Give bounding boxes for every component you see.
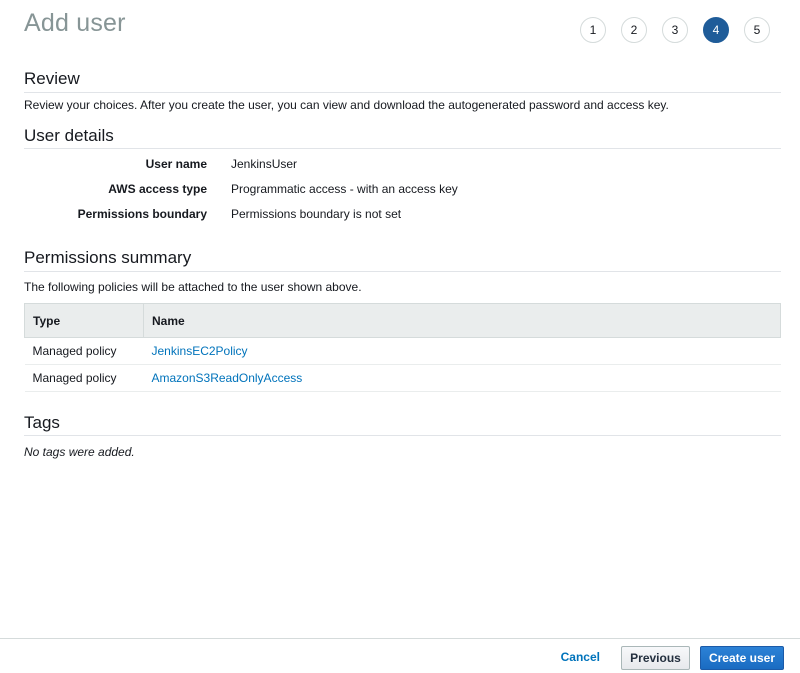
policy-table: Type Name Managed policy JenkinsEC2Polic… xyxy=(24,303,781,392)
tags-heading: Tags xyxy=(24,413,60,432)
detail-value: Programmatic access - with an access key xyxy=(231,182,458,196)
permissions-summary-note: The following policies will be attached … xyxy=(24,280,362,294)
page-title: Add user xyxy=(24,9,126,37)
wizard-footer: Cancel Previous Create user xyxy=(0,638,800,673)
review-heading: Review xyxy=(24,69,80,88)
step-5[interactable]: 5 xyxy=(744,17,770,43)
detail-label: AWS access type xyxy=(108,182,207,196)
column-header-name[interactable]: Name xyxy=(143,303,781,338)
column-header-type[interactable]: Type xyxy=(24,303,144,338)
user-details-heading: User details xyxy=(24,126,114,145)
step-4-active[interactable]: 4 xyxy=(703,17,729,43)
divider xyxy=(24,148,781,149)
detail-row-access-type: AWS access type Programmatic access - wi… xyxy=(24,182,781,200)
table-row: Managed policy AmazonS3ReadOnlyAccess xyxy=(24,364,781,392)
cancel-button[interactable]: Cancel xyxy=(561,650,600,664)
step-1[interactable]: 1 xyxy=(580,17,606,43)
detail-label: User name xyxy=(145,157,207,171)
step-3[interactable]: 3 xyxy=(662,17,688,43)
divider xyxy=(24,92,781,93)
policy-link[interactable]: AmazonS3ReadOnlyAccess xyxy=(152,371,303,385)
previous-button[interactable]: Previous xyxy=(621,646,690,670)
table-header-row: Type Name xyxy=(24,303,781,338)
detail-row-user-name: User name JenkinsUser xyxy=(24,157,781,175)
add-user-page: Add user 1 2 3 4 5 Review Review your ch… xyxy=(0,0,800,673)
wizard-steps: 1 2 3 4 5 xyxy=(580,17,785,43)
step-2[interactable]: 2 xyxy=(621,17,647,43)
detail-value: Permissions boundary is not set xyxy=(231,207,402,221)
detail-row-permissions-boundary: Permissions boundary Permissions boundar… xyxy=(24,207,781,225)
no-tags-text: No tags were added. xyxy=(24,445,135,459)
policy-type-cell: Managed policy xyxy=(24,337,144,365)
policy-type-cell: Managed policy xyxy=(24,364,144,392)
review-intro-text: Review your choices. After you create th… xyxy=(24,98,669,112)
permissions-summary-heading: Permissions summary xyxy=(24,248,192,267)
detail-value: JenkinsUser xyxy=(231,157,298,171)
detail-label: Permissions boundary xyxy=(77,207,207,221)
create-user-button[interactable]: Create user xyxy=(700,646,784,670)
policy-name-cell: JenkinsEC2Policy xyxy=(143,337,781,365)
table-row: Managed policy JenkinsEC2Policy xyxy=(24,337,781,365)
policy-link[interactable]: JenkinsEC2Policy xyxy=(152,344,248,358)
divider xyxy=(24,271,781,272)
policy-name-cell: AmazonS3ReadOnlyAccess xyxy=(143,364,781,392)
divider xyxy=(24,435,781,436)
